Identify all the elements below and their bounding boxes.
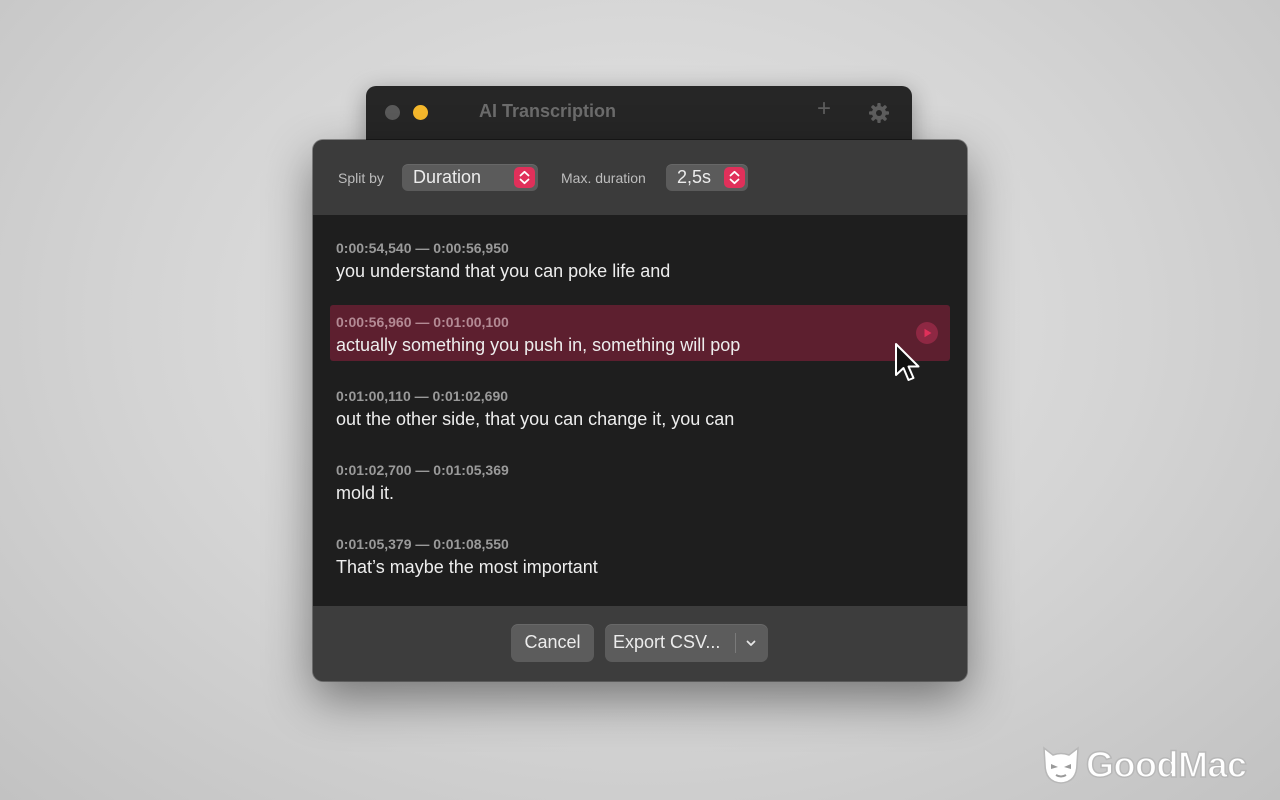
window-titlebar: AI Transcription +: [366, 86, 912, 140]
gear-icon[interactable]: [868, 102, 890, 124]
segment-text: actually something you push in, somethin…: [336, 335, 741, 355]
play-icon[interactable]: [916, 322, 938, 344]
segment-timecode: 0:00:54,540 — 0:00:56,950: [336, 240, 509, 256]
segment-text: That’s maybe the most important: [336, 557, 598, 577]
cancel-button[interactable]: Cancel: [511, 624, 594, 662]
transcript-segment[interactable]: 0:01:00,110 — 0:01:02,690 out the other …: [330, 379, 950, 435]
sheet-footer: Cancel Export CSV...: [313, 606, 967, 681]
max-duration-select[interactable]: 2,5s: [666, 164, 748, 191]
cat-logo-icon: [1040, 744, 1082, 786]
goodmac-watermark: GoodMac: [1040, 743, 1270, 788]
segment-text: mold it.: [336, 483, 395, 503]
plus-icon[interactable]: +: [813, 97, 835, 121]
chevron-down-icon[interactable]: [742, 634, 760, 652]
chevron-up-down-icon[interactable]: [514, 167, 535, 188]
segment-timecode: 0:01:05,379 — 0:01:08,550: [336, 536, 509, 552]
transcript-segment[interactable]: 0:01:05,379 — 0:01:08,550 That’s maybe t…: [330, 527, 950, 583]
segment-timecode: 0:01:00,110 — 0:01:02,690: [336, 388, 509, 404]
split-by-select[interactable]: Duration: [402, 164, 538, 191]
transcript-segment-list[interactable]: 0:00:54,540 — 0:00:56,950 you understand…: [313, 215, 967, 606]
transcript-segment[interactable]: 0:00:54,540 — 0:00:56,950 you understand…: [330, 231, 950, 287]
options-toolbar: Split by Duration Max. duration 2,5s: [313, 140, 967, 215]
split-button-divider: [735, 633, 736, 653]
split-by-value: Duration: [413, 167, 482, 187]
transcript-segment-highlighted[interactable]: 0:00:56,960 — 0:01:00,100 actually somet…: [330, 305, 950, 361]
window-title: AI Transcription: [479, 101, 617, 121]
split-by-label: Split by: [338, 170, 384, 186]
export-sheet: Split by Duration Max. duration 2,5s 0:0…: [313, 140, 967, 681]
transcript-segment[interactable]: 0:01:02,700 — 0:01:05,369 mold it.: [330, 453, 950, 509]
watermark-text: GoodMac: [1085, 743, 1248, 786]
close-window-button[interactable]: [385, 105, 400, 120]
chevron-up-down-icon[interactable]: [724, 167, 745, 188]
mouse-pointer-icon: [893, 342, 921, 386]
max-duration-label: Max. duration: [561, 170, 646, 186]
segment-timecode: 0:01:02,700 — 0:01:05,369: [336, 462, 509, 478]
segment-timecode: 0:00:56,960 — 0:01:00,100: [336, 314, 509, 330]
export-csv-label: Export CSV...: [613, 632, 721, 652]
minimize-window-button[interactable]: [413, 105, 428, 120]
cancel-button-label: Cancel: [524, 632, 581, 652]
segment-text: out the other side, that you can change …: [336, 409, 735, 429]
export-csv-button[interactable]: Export CSV...: [605, 624, 768, 662]
segment-text: you understand that you can poke life an…: [336, 261, 671, 281]
max-duration-value: 2,5s: [677, 167, 712, 187]
